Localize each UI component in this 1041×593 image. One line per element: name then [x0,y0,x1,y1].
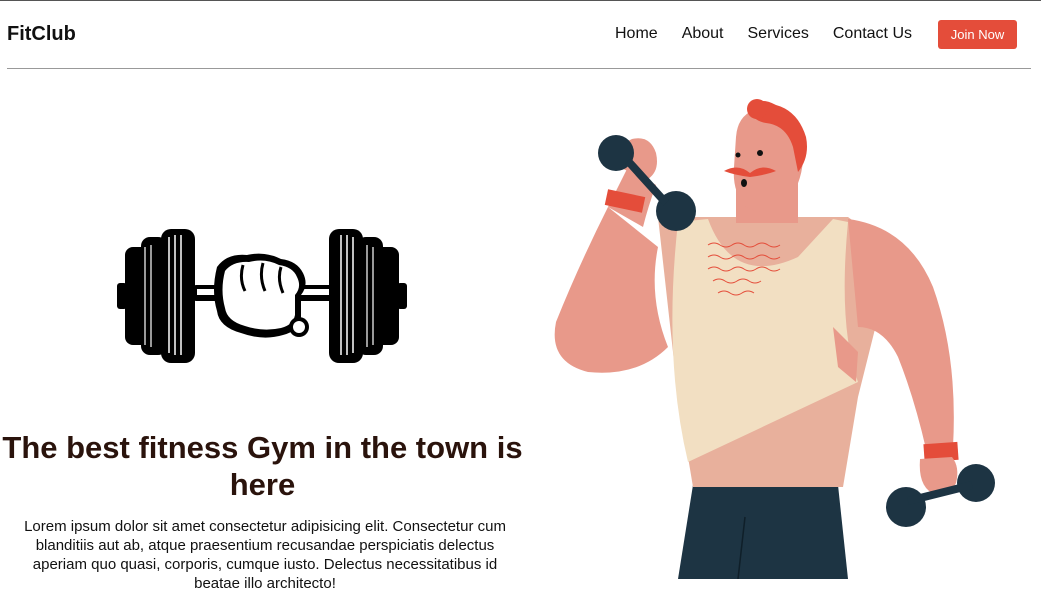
nav-link-home[interactable]: Home [615,19,658,49]
nav-link-about[interactable]: About [682,19,724,49]
hero-left-column: The best fitness Gym in the town is here… [0,71,525,592]
nav-divider [7,68,1031,69]
man-lifting-dumbbells-illustration [554,99,995,579]
nav-link-contact-us[interactable]: Contact Us [833,19,912,49]
navbar: FitClub Home About Services Contact Us J… [0,1,1041,69]
join-now-button[interactable]: Join Now [938,19,1017,49]
hero-description: Lorem ipsum dolor sit amet consectetur a… [24,518,506,592]
hero-title: The best fitness Gym in the town is here [2,430,523,502]
nav-link-services[interactable]: Services [748,19,809,49]
fist-dumbbell-icon [117,229,407,363]
nav-links: Home About Services Contact Us Join Now [615,19,1017,49]
brand-logo-text[interactable]: FitClub [7,23,76,46]
